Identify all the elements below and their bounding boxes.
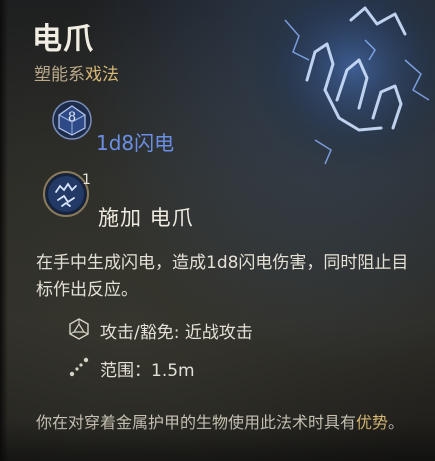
spell-school: 塑能系戏法 [34, 60, 119, 85]
footnote-end: 。 [388, 413, 405, 432]
lightning-claw-art-icon [255, 0, 435, 170]
die-face-number: 8 [67, 110, 77, 125]
advantage-keyword: 优势 [356, 413, 389, 432]
spell-tooltip: 电爪 塑能系戏法 8 1d8闪电 1 施加 电爪 在手中生成闪电，造成1d8闪电… [0, 0, 435, 461]
footnote-text: 你在对穿着金属护甲的生物使用此法术时具有 [36, 413, 357, 432]
d8-die-icon: 8 [52, 100, 92, 140]
spell-title: 电爪 [32, 22, 94, 57]
action-cost: 1 [82, 172, 91, 188]
action-label: 施加 电爪 [98, 206, 194, 230]
spell-description: 在手中生成闪电，造成1d8闪电伤害，同时阻止目标作出反应。 [36, 253, 409, 300]
spell-type-label: 戏法 [85, 65, 119, 85]
range-dots-icon [69, 357, 89, 377]
attack-save-text: 攻击/豁免: 近战攻击 [100, 323, 253, 343]
action-row[interactable]: 1 施加 电爪 [42, 170, 342, 230]
d20-die-icon [69, 318, 89, 340]
range-text: 范围：1.5m [100, 361, 195, 381]
damage-row: 8 1d8闪电 [52, 100, 312, 155]
school-label: 塑能系 [34, 65, 85, 85]
range-row: 范围：1.5m [68, 354, 368, 381]
attack-save-row: 攻击/豁免: 近战攻击 [68, 316, 368, 343]
footnote: 你在对穿着金属护甲的生物使用此法术时具有优势。 [36, 410, 416, 435]
damage-label: 1d8闪电 [96, 131, 175, 155]
